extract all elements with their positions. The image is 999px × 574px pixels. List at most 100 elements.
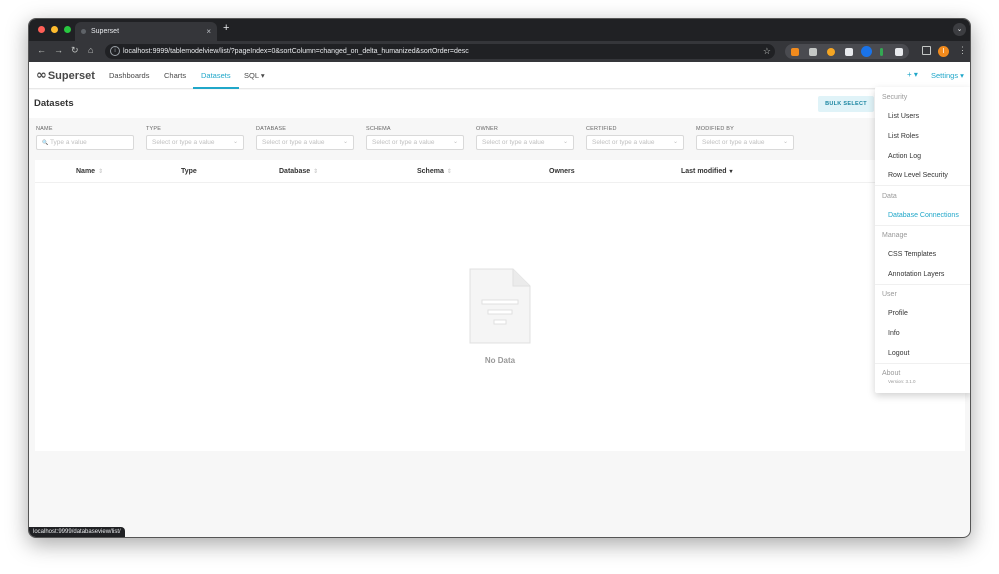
side-panel-icon[interactable]: [922, 46, 931, 55]
page-header: Datasets BULK SELECT: [29, 90, 970, 118]
address-bar[interactable]: i localhost:9999/tablemodelview/list/?pa…: [105, 44, 775, 59]
column-header-schema[interactable]: Schema ⇕: [417, 168, 452, 175]
column-label: Last modified: [681, 168, 727, 175]
database-select[interactable]: Select or type a value ⌄: [256, 135, 354, 150]
extension-icon[interactable]: [791, 48, 799, 56]
nav-dashboards[interactable]: Dashboards: [109, 71, 149, 80]
sort-icon[interactable]: ⇕: [447, 169, 452, 175]
menu-list-roles[interactable]: List Roles: [888, 133, 919, 140]
menu-database-connections[interactable]: Database Connections: [888, 212, 959, 219]
menu-css-templates[interactable]: CSS Templates: [888, 251, 936, 258]
filter-schema: SCHEMA Select or type a value ⌄: [366, 126, 464, 150]
profile-avatar[interactable]: I: [938, 46, 949, 57]
minimize-window-icon[interactable]: [51, 26, 58, 33]
chevron-down-icon: ⌄: [232, 139, 238, 145]
filter-label: OWNER: [476, 126, 499, 132]
page-title: Datasets: [34, 98, 74, 109]
tab-title: Superset: [91, 28, 120, 35]
filter-label: MODIFIED BY: [696, 126, 734, 132]
tab-search-icon[interactable]: ⌄: [953, 23, 966, 36]
nav-datasets[interactable]: Datasets: [201, 71, 231, 80]
column-label: Type: [181, 168, 197, 175]
url-text: localhost:9999/tablemodelview/list/?page…: [123, 48, 469, 55]
filter-owner: OWNER Select or type a value ⌄: [476, 126, 574, 150]
menu-action-log[interactable]: Action Log: [888, 153, 921, 160]
filter-label: NAME: [36, 126, 53, 132]
filter-modified-by: MODIFIED BY Select or type a value ⌄: [696, 126, 794, 150]
type-select[interactable]: Select or type a value ⌄: [146, 135, 244, 150]
group-user: User: [882, 291, 897, 298]
settings-menu[interactable]: Settings ▾: [931, 71, 964, 80]
new-item-menu[interactable]: + ▾: [907, 70, 918, 79]
menu-info[interactable]: Info: [888, 330, 900, 337]
back-icon[interactable]: ←: [37, 45, 46, 55]
bulk-select-button[interactable]: BULK SELECT: [818, 96, 874, 112]
chevron-down-icon: ⌄: [562, 139, 568, 145]
nav-charts[interactable]: Charts: [164, 71, 186, 80]
extension-icon[interactable]: [809, 48, 817, 56]
menu-logout[interactable]: Logout: [888, 350, 909, 357]
column-label: Schema: [417, 168, 444, 175]
filter-label: SCHEMA: [366, 126, 391, 132]
maximize-window-icon[interactable]: [64, 26, 71, 33]
group-data: Data: [882, 193, 897, 200]
superset-logo[interactable]: ∞ Superset: [36, 68, 95, 83]
close-window-icon[interactable]: [38, 26, 45, 33]
column-header-last-modified[interactable]: Last modified ▾: [681, 168, 733, 175]
menu-divider: [875, 363, 970, 364]
extension-icon[interactable]: [845, 48, 853, 56]
filter-database: DATABASE Select or type a value ⌄: [256, 126, 354, 150]
forward-icon[interactable]: →: [54, 45, 63, 55]
browser-toolbar: ← → ↻ ⌂ i localhost:9999/tablemodelview/…: [29, 41, 970, 62]
extensions-bar: [785, 44, 909, 59]
filter-bar: NAME 🔍 Type a value TYPE Select or type …: [29, 118, 970, 160]
column-header-database[interactable]: Database ⇕: [279, 168, 318, 175]
group-security: Security: [882, 94, 908, 101]
menu-row-level-security[interactable]: Row Level Security: [888, 172, 948, 179]
extension-icon[interactable]: [827, 48, 835, 56]
header-divider: [35, 182, 965, 183]
browser-window: Superset × + ⌄ ← → ↻ ⌂ i localhost:9999/…: [28, 18, 971, 538]
filter-type: TYPE Select or type a value ⌄: [146, 126, 244, 150]
datasets-table: Name ⇕ Type Database ⇕ Schema ⇕ Owners Last…: [35, 160, 965, 451]
group-about: About: [882, 370, 901, 377]
menu-annotation-layers[interactable]: Annotation Layers: [888, 271, 944, 278]
menu-divider: [875, 185, 970, 186]
sort-icon[interactable]: ⇕: [98, 169, 103, 175]
modified-by-select[interactable]: Select or type a value ⌄: [696, 135, 794, 150]
active-nav-indicator: [193, 87, 239, 89]
filter-label: CERTIFIED: [586, 126, 617, 132]
site-info-icon[interactable]: i: [110, 46, 120, 56]
certified-select[interactable]: Select or type a value ⌄: [586, 135, 684, 150]
menu-profile[interactable]: Profile: [888, 310, 908, 317]
tab-close-icon[interactable]: ×: [206, 22, 211, 41]
browser-tab[interactable]: Superset ×: [75, 22, 217, 41]
empty-state-text: No Data: [484, 356, 516, 365]
name-search-input[interactable]: 🔍 Type a value: [36, 135, 134, 150]
nav-sql[interactable]: SQL ▾: [244, 71, 265, 80]
browser-menu-icon[interactable]: ⋮: [958, 45, 967, 56]
reload-icon[interactable]: ↻: [71, 45, 79, 56]
filter-label: TYPE: [146, 126, 162, 132]
menu-list-users[interactable]: List Users: [888, 113, 919, 120]
sort-desc-icon[interactable]: ▾: [730, 169, 733, 175]
group-manage: Manage: [882, 232, 908, 239]
filter-placeholder: Select or type a value: [702, 139, 765, 146]
bookmark-star-icon[interactable]: ☆: [763, 44, 771, 59]
puzzle-icon[interactable]: [895, 48, 903, 56]
chevron-down-icon: ⌄: [342, 139, 348, 145]
sort-icon[interactable]: ⇕: [313, 169, 318, 175]
owner-select[interactable]: Select or type a value ⌄: [476, 135, 574, 150]
filter-label: DATABASE: [256, 126, 287, 132]
column-header-name[interactable]: Name ⇕: [76, 168, 103, 175]
column-header-type[interactable]: Type: [181, 168, 197, 175]
home-icon[interactable]: ⌂: [88, 45, 93, 55]
new-tab-icon[interactable]: +: [223, 22, 229, 34]
extension-icon[interactable]: [880, 48, 883, 56]
version-text: Version: 3.1.0: [888, 379, 916, 384]
schema-select[interactable]: Select or type a value ⌄: [366, 135, 464, 150]
chevron-down-icon: ⌄: [452, 139, 458, 145]
logo-icon: ∞: [36, 68, 47, 83]
extension-icon[interactable]: [861, 46, 872, 57]
window-controls: [38, 26, 71, 33]
